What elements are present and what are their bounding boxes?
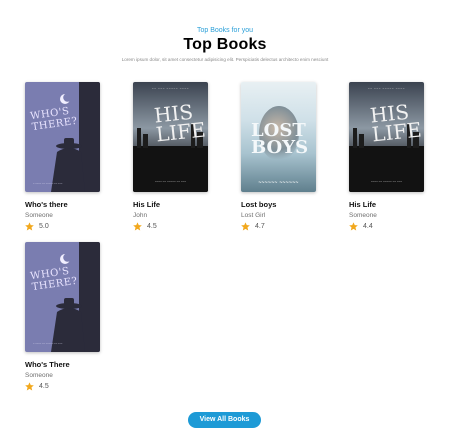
- book-author: Someone: [349, 212, 377, 219]
- rating-value: 4.5: [147, 223, 157, 230]
- book-cover[interactable]: WHO'S THERE? ~ ~~~~ ~~ ~~~~~ ~~ ~~~: [25, 82, 100, 192]
- page-title: Top Books: [183, 36, 267, 53]
- book-title[interactable]: His Life: [133, 200, 160, 209]
- book-cover[interactable]: LOST BOYS ~~~~~~ ~~~~~~: [241, 82, 316, 192]
- rating-value: 4.5: [39, 383, 49, 390]
- star-icon: [133, 222, 142, 231]
- book-rating: 4.7: [241, 222, 265, 231]
- book-author: Someone: [25, 212, 53, 219]
- book-title[interactable]: Who's there: [25, 200, 68, 209]
- book-author: Someone: [25, 372, 53, 379]
- book-rating: 4.5: [25, 382, 49, 391]
- book-author: Lost Girl: [241, 212, 266, 219]
- book-title[interactable]: His Life: [349, 200, 376, 209]
- star-icon: [25, 222, 34, 231]
- rating-value: 4.4: [363, 223, 373, 230]
- book-rating: 4.5: [133, 222, 157, 231]
- book-cover[interactable]: ~~ ~~~ ~~~~~ ~~~~ HIS LIFE ~~~~ ~~ ~~~~~ …: [349, 82, 424, 192]
- silhouette-illustration: [51, 253, 85, 352]
- silhouette-illustration: [51, 93, 85, 192]
- book-rating: 5.0: [25, 222, 49, 231]
- book-rating: 4.4: [349, 222, 373, 231]
- view-all-books-button[interactable]: View All Books: [188, 412, 261, 428]
- book-cover[interactable]: WHO'S THERE? ~ ~~~~ ~~ ~~~~~ ~~ ~~~: [25, 242, 100, 352]
- rating-value: 4.7: [255, 223, 265, 230]
- book-author: John: [133, 212, 148, 219]
- star-icon: [241, 222, 250, 231]
- star-icon: [349, 222, 358, 231]
- book-cover[interactable]: ~~ ~~~ ~~~~~ ~~~~ HIS LIFE ~~~~ ~~ ~~~~~ …: [133, 82, 208, 192]
- star-icon: [25, 382, 34, 391]
- book-title[interactable]: Lost boys: [241, 200, 276, 209]
- section-eyebrow: Top Books for you: [196, 27, 254, 34]
- rating-value: 5.0: [39, 223, 49, 230]
- book-title[interactable]: Who's There: [25, 360, 70, 369]
- section-subtitle: Lorem ipsum dolor, sit amet consectetur …: [121, 57, 329, 62]
